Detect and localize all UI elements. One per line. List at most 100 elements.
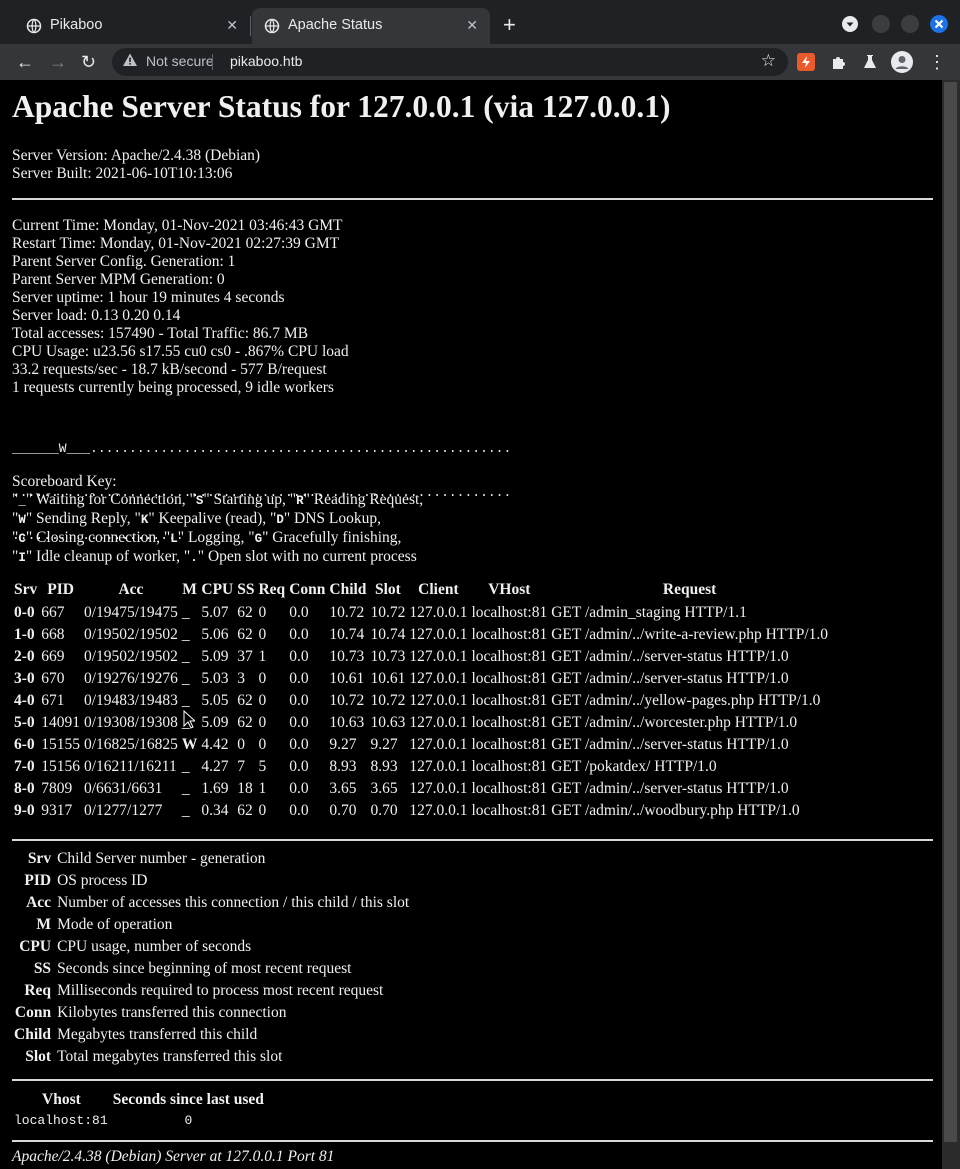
- table-row: 6-0 15155 0/16825/16825 W 4.42 0 0 0.0 9.27 9.27 1…: [12, 734, 830, 756]
- cell-conn: 0.0: [289, 758, 309, 775]
- cell-child: 10.73: [329, 648, 365, 665]
- seconds-since-used: 0: [184, 1113, 193, 1128]
- cell-m: _: [181, 802, 190, 819]
- server-built: Server Built: 2021-06-10T10:13:06: [12, 165, 233, 182]
- cell-acc: 0/16211/16211: [84, 758, 177, 775]
- state-code: _: [18, 494, 26, 508]
- key-text: " DNS Lookup,: [283, 510, 382, 527]
- cell-request: GET /admin/../server-status HTTP/1.0: [551, 670, 789, 687]
- legend-term: M: [36, 916, 52, 933]
- globe-icon: [26, 18, 42, 34]
- cell-req: 5: [258, 758, 267, 775]
- back-arrow-icon[interactable]: ←: [16, 50, 34, 74]
- cell-client: 127.0.0.1: [409, 736, 468, 753]
- maximize-button[interactable]: [901, 15, 919, 33]
- config-generation: Parent Server Config. Generation: 1: [12, 253, 236, 270]
- legend-term: CPU: [19, 938, 52, 955]
- cell-client: 127.0.0.1: [409, 692, 468, 709]
- cell-ss: 0: [237, 736, 245, 753]
- cell-req: 1: [258, 648, 267, 665]
- cell-req: 0: [258, 626, 267, 643]
- cell-vhost: localhost:81: [471, 670, 548, 687]
- cell-srv: 7-0: [14, 758, 35, 775]
- cell-m: _: [181, 780, 190, 797]
- cell-slot: 8.93: [370, 758, 398, 775]
- cell-pid: 670: [41, 670, 65, 687]
- warning-icon[interactable]: [122, 52, 138, 68]
- tab-pikaboo[interactable]: Pikaboo ✕: [14, 8, 250, 44]
- cell-slot: 3.65: [370, 780, 398, 797]
- cell-client: 127.0.0.1: [409, 648, 468, 665]
- key-text: " Waiting for Connection, ": [25, 491, 196, 508]
- cell-acc: 0/19502/19502: [84, 626, 178, 643]
- legend-term: SS: [33, 960, 52, 977]
- legend-description: CPU usage, number of seconds: [57, 938, 252, 955]
- cell-child: 10.72: [329, 692, 365, 709]
- table-row: 4-0 671 0/19483/19483 _ 5.05 62 0 0.0 10.72 10.72…: [12, 690, 830, 712]
- key-text: " Logging, ": [177, 529, 255, 546]
- column-header-req: Req: [258, 581, 286, 598]
- profile-avatar-icon[interactable]: [891, 51, 913, 73]
- cell-acc: 0/16825/16825: [84, 736, 178, 753]
- mouse-cursor-icon: [183, 710, 195, 729]
- server-info: Server Version: Apache/2.4.38 (Debian) S…: [12, 147, 260, 183]
- address-bar[interactable]: Not secure pikaboo.htb ☆: [112, 48, 788, 76]
- cell-srv: 0-0: [14, 604, 35, 621]
- close-tab-icon[interactable]: ✕: [226, 17, 238, 34]
- scoreboard-line: ______W___..............................…: [12, 441, 512, 456]
- cell-pid: 671: [41, 692, 65, 709]
- cell-m: _: [181, 648, 190, 665]
- cell-srv: 6-0: [14, 736, 35, 753]
- legend-row: M Mode of operation: [12, 914, 411, 936]
- scoreboard-key-line: "I" Idle cleanup of worker, "." Open slo…: [12, 548, 423, 567]
- menu-kebab-icon[interactable]: ⋮: [928, 50, 946, 74]
- key-text: " Open slot with no current process: [197, 548, 417, 565]
- column-header-pid: PID: [47, 581, 74, 598]
- tab-search-icon[interactable]: [841, 15, 859, 33]
- cell-conn: 0.0: [289, 670, 309, 687]
- cell-vhost: localhost:81: [471, 758, 548, 775]
- scoreboard-key: Scoreboard Key: "_" Waiting for Connecti…: [12, 473, 423, 567]
- cell-req: 0: [258, 714, 267, 731]
- new-tab-button[interactable]: +: [503, 12, 516, 38]
- cell-client: 127.0.0.1: [409, 802, 468, 819]
- state-code: G: [254, 532, 263, 546]
- table-row: 7-0 15156 0/16211/16211 _ 4.27 7 5 0.0 8.93 8.93 1…: [12, 756, 830, 778]
- security-label[interactable]: Not secure: [146, 53, 214, 69]
- cell-client: 127.0.0.1: [409, 604, 468, 621]
- cell-child: 10.63: [329, 714, 365, 731]
- minimize-button[interactable]: [872, 15, 890, 33]
- legend-term: Acc: [26, 894, 52, 911]
- cell-srv: 3-0: [14, 670, 35, 687]
- server-footer: Apache/2.4.38 (Debian) Server at 127.0.0…: [12, 1148, 335, 1165]
- close-window-button[interactable]: [930, 15, 948, 33]
- url-text[interactable]: pikaboo.htb: [230, 53, 302, 69]
- table-row: 0-0 667 0/19475/19475 _ 5.07 62 0 0.0 10.72 10.72…: [12, 602, 830, 624]
- bookmark-star-icon[interactable]: ☆: [761, 51, 776, 71]
- cell-cpu: 5.06: [201, 626, 229, 643]
- scrollbar-thumb[interactable]: [944, 82, 957, 1142]
- cell-slot: 10.72: [370, 692, 406, 709]
- divider: [12, 1079, 933, 1081]
- flask-icon[interactable]: [861, 53, 879, 71]
- divider: [12, 198, 933, 200]
- cell-srv: 8-0: [14, 780, 35, 797]
- close-tab-icon[interactable]: ✕: [466, 17, 478, 34]
- current-time: Current Time: Monday, 01-Nov-2021 03:46:…: [12, 217, 343, 234]
- legend-term: PID: [24, 872, 52, 889]
- tab-apache-status[interactable]: Apache Status ✕: [252, 8, 490, 44]
- cell-child: 10.72: [329, 604, 365, 621]
- forward-arrow-icon[interactable]: →: [49, 50, 67, 74]
- table-row: localhost:81 0: [12, 1112, 266, 1129]
- cell-req: 1: [258, 780, 267, 797]
- cell-m: _: [181, 626, 190, 643]
- legend-description: OS process ID: [57, 872, 148, 889]
- puzzle-icon[interactable]: [830, 53, 848, 71]
- reload-icon[interactable]: ↻: [81, 50, 96, 74]
- cell-vhost: localhost:81: [471, 604, 548, 621]
- cell-acc: 0/19475/19475: [84, 604, 178, 621]
- column-header-cpu: CPU: [201, 581, 234, 598]
- cell-slot: 10.72: [370, 604, 406, 621]
- extension-icon[interactable]: [797, 53, 815, 71]
- cell-pid: 669: [41, 648, 65, 665]
